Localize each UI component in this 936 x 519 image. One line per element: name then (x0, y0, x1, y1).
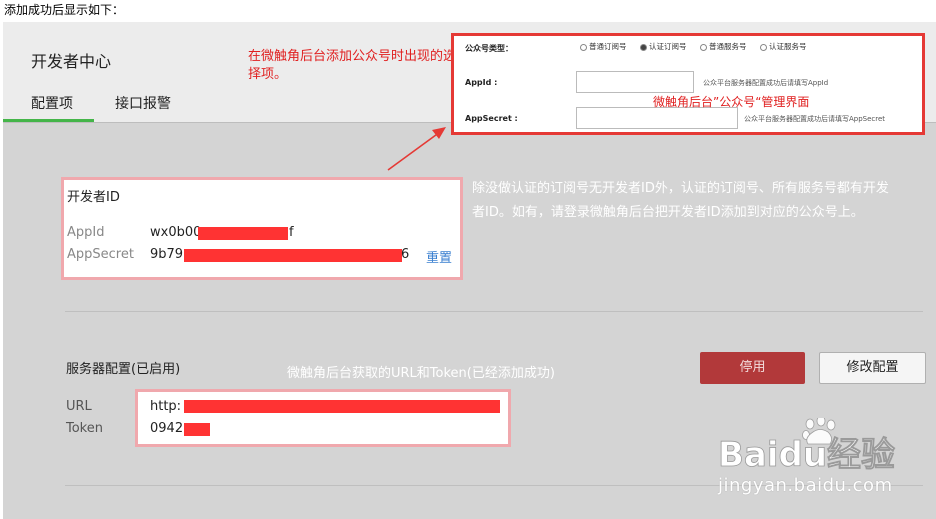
mp-secret-label: AppSecret : (465, 114, 518, 123)
radio-label: 认证订阅号 (649, 42, 687, 51)
radio-circle-icon (760, 43, 767, 51)
radio-label: 普通服务号 (709, 42, 747, 51)
url-value-prefix: http: (150, 399, 182, 414)
radio-circle-icon (580, 43, 587, 51)
server-config-title: 服务器配置(已启用) (66, 362, 181, 377)
radio-plain-service[interactable]: 普通服务号 (700, 41, 747, 52)
redaction-mark (184, 249, 402, 262)
edit-config-button[interactable]: 修改配置 (819, 352, 926, 384)
server-values-card: http: 0942 (135, 389, 511, 447)
radio-label: 普通订阅号 (589, 42, 627, 51)
appid-value-prefix: wx0b00 (150, 225, 202, 240)
developer-id-title: 开发者ID (67, 190, 120, 205)
radio-plain-subscription[interactable]: 普通订阅号 (580, 41, 627, 52)
server-config-note: 微触角后台获取的URL和Token(已经添加成功) (287, 366, 555, 381)
reset-link[interactable]: 重置 (426, 247, 452, 266)
mp-type-label: 公众号类型： (465, 44, 513, 53)
appid-label: AppId (67, 225, 105, 240)
watermark-brand: Baidu经验 (718, 435, 895, 474)
stop-button[interactable]: 停用 (700, 352, 805, 384)
radio-circle-icon (700, 43, 707, 51)
appsecret-label: AppSecret (67, 247, 134, 262)
mp-secret-input[interactable] (576, 107, 738, 129)
mp-appid-input[interactable] (576, 71, 694, 93)
radio-selected-icon (640, 43, 647, 51)
developer-id-card: 开发者ID AppId wx0b00 f AppSecret 9b79 6 重置 (61, 177, 463, 280)
tab-interface-alarm[interactable]: 接口报警 (115, 93, 171, 113)
section-divider (65, 311, 923, 312)
annotation-arrow (387, 127, 446, 171)
url-label: URL (66, 399, 92, 414)
tab-config[interactable]: 配置项 (31, 93, 73, 113)
developer-id-description: 除没做认证的订阅号无开发者ID外，认证的订阅号、所有服务号都有开发者ID。如有，… (472, 181, 889, 220)
redaction-mark (184, 400, 500, 413)
page-title: 开发者中心 (31, 52, 112, 71)
appsecret-value-suffix: 6 (401, 247, 410, 262)
watermark-url: jingyan.baidu.com (718, 475, 893, 496)
mp-appid-hint: 公众平台服务器配置成功后请填写AppId (703, 79, 829, 87)
radio-verified-subscription[interactable]: 认证订阅号 (640, 41, 687, 52)
appid-value-suffix: f (289, 225, 294, 240)
mp-settings-panel: 公众号类型： 普通订阅号 认证订阅号 普通服务号 认证服务号 AppId : 公… (451, 33, 925, 135)
mp-overlay-label: 微触角后台”公众号“管理界面 (653, 95, 810, 109)
radio-label: 认证服务号 (769, 42, 807, 51)
token-value-prefix: 0942 (150, 421, 184, 436)
redaction-mark (198, 227, 288, 240)
mp-appid-label: AppId : (465, 78, 498, 87)
baidu-jingyan-logo: Baidu经验 (718, 418, 895, 474)
appsecret-value-prefix: 9b79 (150, 247, 184, 262)
token-label: Token (66, 421, 103, 436)
active-tab-indicator (3, 119, 94, 122)
caption-text: 添加成功后显示如下： (4, 3, 125, 17)
mp-secret-hint: 公众平台服务器配置成功后请填写AppSecret (744, 115, 886, 123)
redaction-mark (184, 423, 210, 436)
radio-verified-service[interactable]: 认证服务号 (760, 41, 807, 52)
annotation-left: 在微触角后台添加公众号时出现的选择项。 (248, 49, 457, 82)
baidu-watermark: Baidu经验 jingyan.baidu.com (718, 418, 928, 518)
